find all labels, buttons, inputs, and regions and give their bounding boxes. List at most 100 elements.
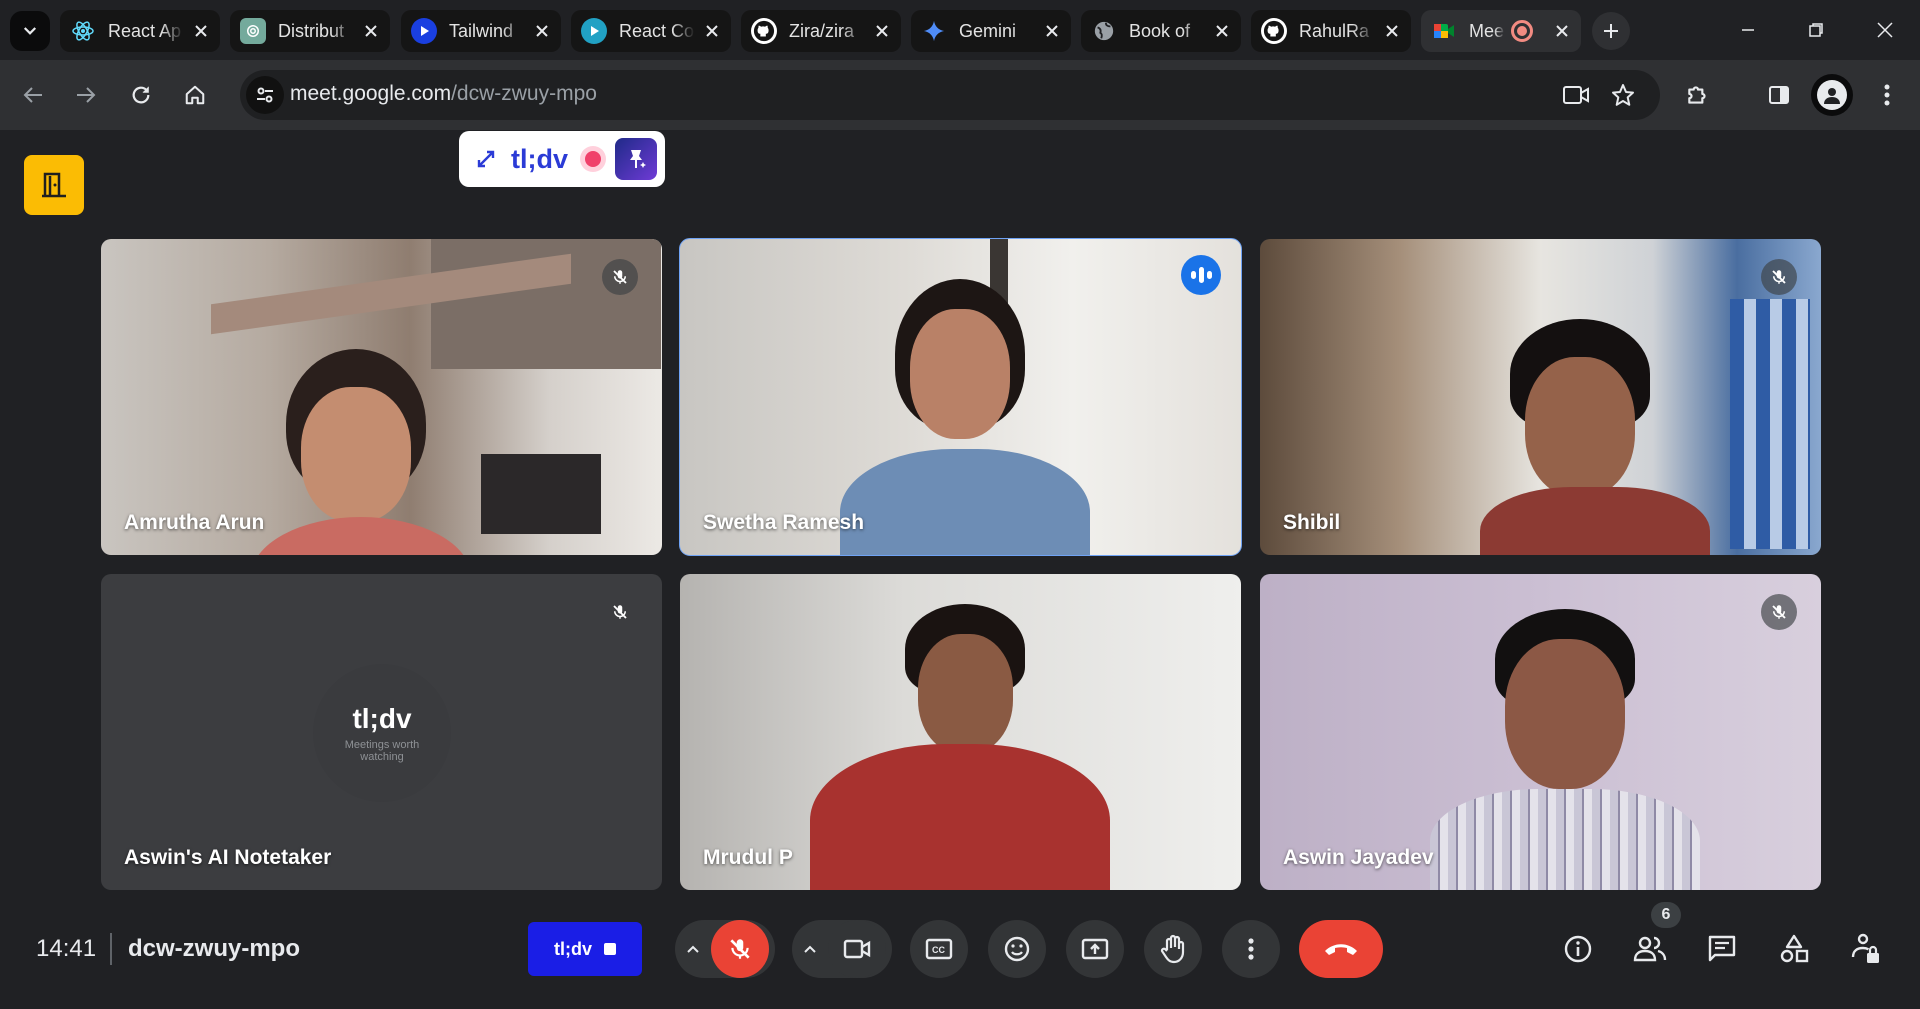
audio-options-button[interactable]: [675, 920, 711, 978]
video-camera-icon: [843, 939, 871, 959]
companion-exit-button[interactable]: [24, 155, 84, 215]
close-icon[interactable]: [871, 20, 893, 42]
tab-react-course[interactable]: React Co: [571, 10, 731, 52]
puzzle-icon: [1688, 86, 1706, 104]
person-figure: [1430, 609, 1700, 890]
close-icon[interactable]: [1041, 20, 1063, 42]
participant-tile[interactable]: tl;dv Meetings worth watching Aswin's AI…: [101, 574, 662, 890]
chevron-down-icon: [23, 27, 37, 35]
bookmark-button[interactable]: [1606, 78, 1640, 112]
participant-name: Mrudul P: [703, 846, 793, 869]
close-window-button[interactable]: [1862, 8, 1908, 52]
tab-google-meet[interactable]: Mee: [1421, 10, 1581, 52]
present-screen-button[interactable]: [1066, 920, 1124, 978]
home-button[interactable]: [176, 76, 214, 114]
play-icon: [411, 18, 437, 44]
address-bar[interactable]: meet.google.com/dcw-zwuy-mpo: [240, 70, 1660, 120]
stop-icon: [604, 943, 616, 955]
react-icon: [70, 18, 96, 44]
microphone-toggle-button[interactable]: [711, 920, 769, 978]
hand-icon: [1160, 934, 1185, 964]
raise-hand-button[interactable]: [1144, 920, 1202, 978]
chevron-up-icon: [804, 945, 816, 953]
new-tab-button[interactable]: [1592, 12, 1630, 50]
reactions-button[interactable]: [988, 920, 1046, 978]
tldv-record-button[interactable]: tl;dv: [528, 922, 642, 976]
participant-tile-active-speaker[interactable]: Swetha Ramesh: [679, 238, 1242, 556]
meeting-details-button[interactable]: [1554, 925, 1602, 973]
back-button[interactable]: [14, 76, 52, 114]
people-button[interactable]: [1626, 925, 1674, 973]
forward-button[interactable]: [67, 76, 105, 114]
present-icon: [1081, 938, 1109, 960]
minimize-button[interactable]: [1725, 8, 1771, 52]
participant-name: Swetha Ramesh: [703, 511, 865, 534]
close-icon[interactable]: [1381, 20, 1403, 42]
more-vert-icon: [1248, 938, 1254, 960]
participant-tile[interactable]: Aswin Jayadev: [1260, 574, 1821, 890]
participant-tile[interactable]: Mrudul P: [680, 574, 1241, 890]
close-icon[interactable]: [190, 20, 212, 42]
tab-title: Gemini: [959, 20, 1017, 41]
tab-book-of[interactable]: Book of: [1081, 10, 1241, 52]
tab-title: RahulRa: [1299, 20, 1370, 41]
audio-control-group: [675, 920, 775, 978]
minimize-icon: [1742, 29, 1754, 31]
arrow-right-icon: [77, 87, 96, 103]
close-icon[interactable]: [360, 20, 382, 42]
tab-gemini[interactable]: Gemini: [911, 10, 1071, 52]
profile-button[interactable]: [1811, 74, 1853, 116]
close-icon[interactable]: [531, 20, 553, 42]
lock-person-icon: [1851, 933, 1879, 963]
tab-react-app[interactable]: React Ap: [60, 10, 220, 52]
tab-zira-github[interactable]: Zira/zira: [741, 10, 901, 52]
mic-off-icon: [1772, 605, 1786, 619]
url-text: meet.google.com/dcw-zwuy-mpo: [290, 82, 597, 106]
shapes-icon: [1780, 934, 1809, 963]
close-icon[interactable]: [1551, 20, 1573, 42]
restore-icon: [1809, 23, 1823, 37]
participant-tile[interactable]: Shibil: [1260, 239, 1821, 555]
tab-title: React Ap: [108, 20, 182, 41]
camera-toggle-button[interactable]: [828, 920, 886, 978]
person-icon: [1824, 88, 1840, 104]
person-figure: [840, 269, 1100, 555]
restore-button[interactable]: [1793, 8, 1839, 52]
chat-button[interactable]: [1698, 925, 1746, 973]
chatgpt-icon: [240, 18, 266, 44]
browser-menu-button[interactable]: [1868, 76, 1906, 114]
participant-tile[interactable]: Amrutha Arun: [101, 239, 662, 555]
more-options-button[interactable]: [1222, 920, 1280, 978]
tldv-floating-widget[interactable]: tl;dv: [459, 131, 665, 187]
avatar: tl;dv Meetings worth watching: [313, 664, 451, 802]
people-icon: [1633, 936, 1667, 962]
camera-in-use-button[interactable]: [1559, 78, 1593, 112]
video-options-button[interactable]: [792, 920, 828, 978]
close-icon[interactable]: [1211, 20, 1233, 42]
tab-title: Zira/zira: [789, 20, 855, 41]
more-vert-icon: [1884, 84, 1890, 106]
activities-button[interactable]: [1770, 925, 1818, 973]
ai-pin-button[interactable]: [615, 138, 657, 180]
side-panel-icon: [1769, 86, 1789, 104]
tab-rahulra-github[interactable]: RahulRa: [1251, 10, 1411, 52]
side-panel-button[interactable]: [1760, 76, 1798, 114]
site-info-button[interactable]: [246, 76, 284, 114]
host-controls-button[interactable]: [1842, 925, 1890, 973]
captions-button[interactable]: CC: [910, 920, 968, 978]
leave-call-button[interactable]: [1299, 920, 1383, 978]
close-icon[interactable]: [701, 20, 723, 42]
reload-button[interactable]: [122, 76, 160, 114]
avatar: [1817, 80, 1847, 110]
tab-search-button[interactable]: [10, 11, 50, 51]
tab-distributed[interactable]: Distribut: [230, 10, 390, 52]
meeting-clock: 14:41: [36, 935, 97, 962]
tldv-brand: tl;dv: [511, 143, 568, 174]
window-blinds-background: [1730, 299, 1810, 549]
meeting-code: dcw-zwuy-mpo: [128, 935, 300, 962]
expand-icon[interactable]: [475, 148, 497, 170]
extensions-button[interactable]: [1679, 76, 1717, 114]
tab-tailwind[interactable]: Tailwind: [401, 10, 561, 52]
google-meet-icon: [1431, 18, 1457, 44]
mic-off-icon: [730, 939, 750, 959]
